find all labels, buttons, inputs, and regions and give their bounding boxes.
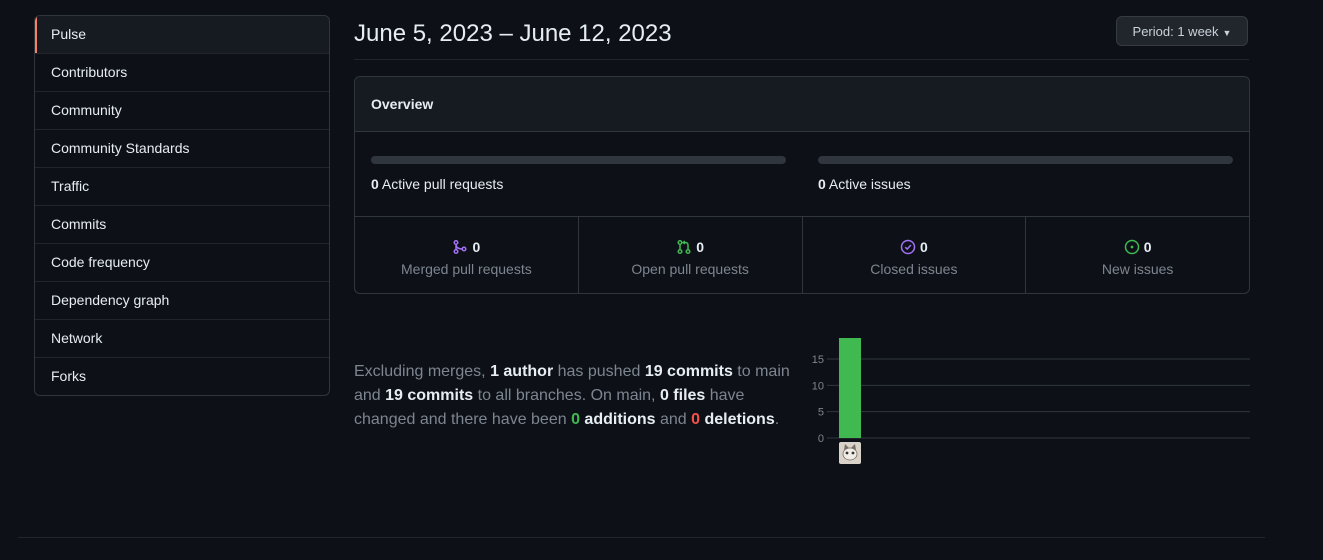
- header-divider: [354, 59, 1249, 60]
- footer-divider: [18, 537, 1265, 538]
- sidebar-item-commits[interactable]: Commits: [35, 205, 329, 243]
- active-issues-count: 0: [818, 176, 826, 192]
- new-issues-stat[interactable]: 0 New issues: [1025, 217, 1249, 294]
- merged-prs-label: Merged pull requests: [401, 261, 532, 277]
- new-issues-label: New issues: [1101, 261, 1174, 277]
- overview-stats: 0 Merged pull requests 0 Open pull reque…: [355, 217, 1249, 294]
- closed-issue-icon: [900, 239, 916, 255]
- open-prs-count: 0: [696, 239, 705, 255]
- open-prs-label: Open pull requests: [631, 261, 749, 277]
- sidebar-item-contributors[interactable]: Contributors: [35, 53, 329, 91]
- active-issues-bar: [818, 156, 1233, 164]
- y-tick-label: 10: [812, 380, 824, 392]
- period-label: Period: 1 week: [1132, 24, 1219, 39]
- commits-by-author-chart: 0 5 10 15: [812, 338, 1250, 464]
- page-title: June 5, 2023 – June 12, 2023: [354, 20, 672, 47]
- files-changed-count: 0 files: [659, 387, 706, 404]
- merged-prs-count: 0: [472, 239, 481, 255]
- active-prs-section: 0 Active pull requests: [371, 156, 786, 192]
- active-prs-link[interactable]: 0 Active pull requests: [371, 176, 786, 192]
- summary-text: .: [774, 411, 780, 428]
- overview-title: Overview: [355, 77, 1249, 132]
- active-issues-label: Active issues: [828, 176, 911, 192]
- active-prs-count: 0: [371, 176, 379, 192]
- open-prs-stat[interactable]: 0 Open pull requests: [577, 217, 802, 294]
- author-avatar[interactable]: [839, 442, 861, 464]
- additions-label: additions: [579, 411, 656, 428]
- y-tick-label: 5: [818, 407, 824, 419]
- sidebar-item-network[interactable]: Network: [35, 319, 329, 357]
- sidebar-item-code-frequency[interactable]: Code frequency: [35, 243, 329, 281]
- sidebar-item-community-standards[interactable]: Community Standards: [35, 129, 329, 167]
- y-tick-label: 15: [812, 354, 824, 366]
- sidebar-item-forks[interactable]: Forks: [35, 357, 329, 395]
- merged-pr-icon: [453, 239, 468, 255]
- sidebar-item-dependency-graph[interactable]: Dependency graph: [35, 281, 329, 319]
- period-dropdown-button[interactable]: Period: 1 week ▼: [1116, 16, 1248, 46]
- new-issue-icon: [1124, 239, 1139, 255]
- open-pr-icon: [677, 239, 691, 255]
- sidebar-item-pulse[interactable]: Pulse: [35, 16, 329, 53]
- caret-down-icon: ▼: [1222, 27, 1232, 38]
- active-issues-section: 0 Active issues: [818, 156, 1233, 192]
- active-issues-link[interactable]: 0 Active issues: [818, 176, 1233, 192]
- active-prs-bar: [371, 156, 786, 164]
- closed-issues-stat[interactable]: 0 Closed issues: [801, 217, 1026, 294]
- insights-sidebar: Pulse Contributors Community Community Stan…: [34, 15, 330, 396]
- new-issues-count: 0: [1143, 239, 1152, 255]
- deletions-count: 0: [691, 411, 701, 428]
- pulse-page: Pulse Contributors Community Community Stan…: [0, 0, 1323, 560]
- overview-panel: Overview 0 Active pull requests 0 Active…: [354, 76, 1250, 294]
- commits-main-link[interactable]: 19 commits: [645, 363, 733, 380]
- sidebar-item-community[interactable]: Community: [35, 91, 329, 129]
- commit-bar[interactable]: [839, 338, 861, 438]
- author-count-link[interactable]: 1 author: [490, 363, 553, 380]
- overview-progress: 0 Active pull requests 0 Active issues: [355, 132, 1249, 217]
- active-prs-label: Active pull requests: [381, 176, 504, 192]
- summary-text: to all branches. On main,: [473, 387, 660, 404]
- summary-text: and: [655, 411, 692, 428]
- summary-text: has pushed: [553, 363, 645, 380]
- closed-issues-label: Closed issues: [870, 261, 958, 277]
- additions-count: 0: [571, 411, 580, 428]
- closed-issues-count: 0: [919, 239, 928, 255]
- merged-prs-stat[interactable]: 0 Merged pull requests: [355, 217, 578, 294]
- summary-text: Excluding merges,: [354, 363, 491, 380]
- y-tick-label: 0: [818, 433, 824, 445]
- commit-summary: Excluding merges, 1 author has pushed 19…: [354, 360, 804, 432]
- commits-all-link[interactable]: 19 commits: [385, 387, 473, 404]
- deletions-label: deletions: [700, 411, 775, 428]
- sidebar-item-traffic[interactable]: Traffic: [35, 167, 329, 205]
